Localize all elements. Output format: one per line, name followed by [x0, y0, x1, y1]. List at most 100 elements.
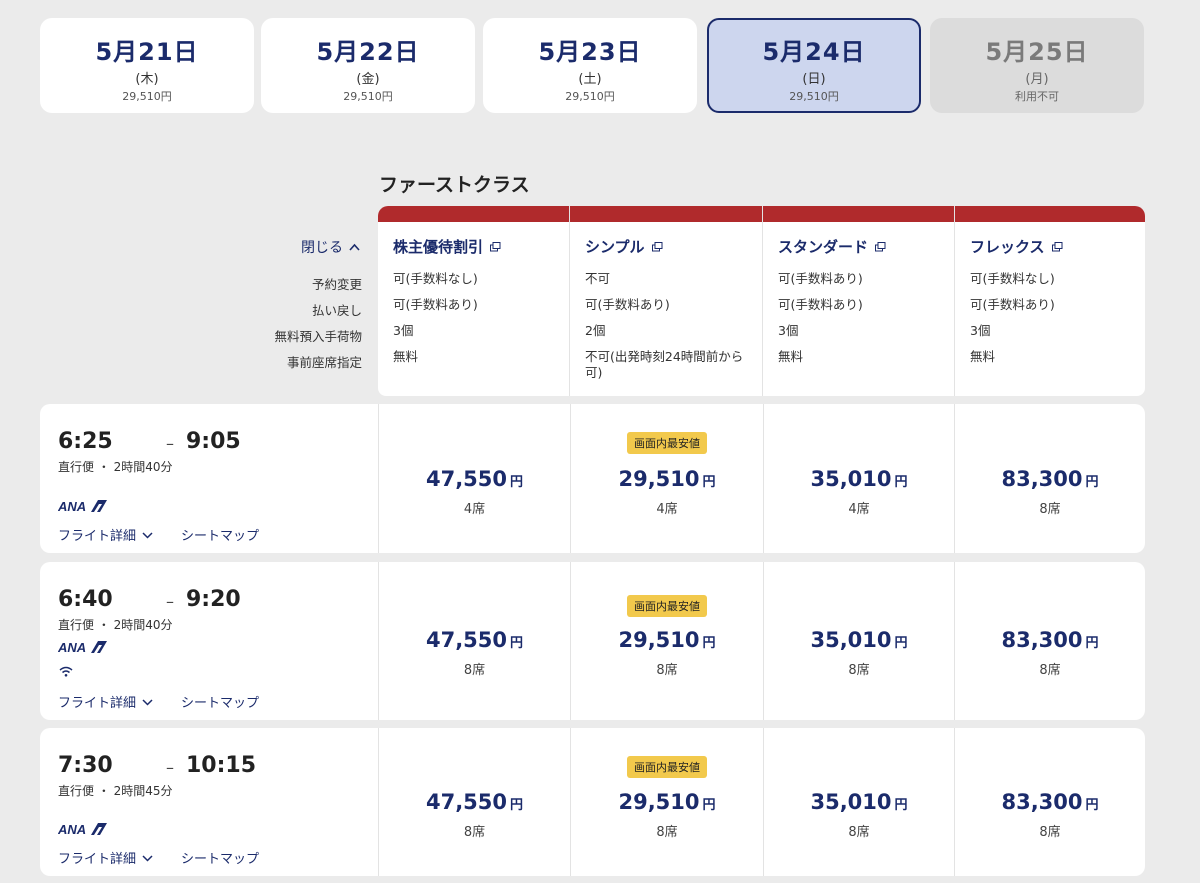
seat-map-link[interactable]: シートマップ [181, 848, 259, 867]
fare-column-flex: フレックス 可(手数料なし) 可(手数料あり) 3個 無料 [955, 206, 1145, 396]
fare-price: 35,010 円 [764, 467, 954, 491]
fare-price-cell[interactable]: 35,010 円 8席 [763, 562, 954, 720]
fare-column-shareholder: 株主優待割引 可(手数料なし) 可(手数料あり) 3個 無料 [378, 206, 569, 396]
flight-info: 6:40 – 9:20 直行便 ・ 2時間40分 ANA フライト詳細 シートマ… [40, 562, 378, 720]
yen-unit: 円 [1085, 636, 1099, 651]
flight-duration: 直行便 ・ 2時間40分 [58, 460, 173, 474]
ana-logo: ANA [58, 499, 107, 513]
fare-price-cell[interactable]: 83,300 円 8席 [954, 404, 1145, 553]
cabin-class-title: ファーストクラス [379, 174, 530, 196]
external-window-icon [1051, 241, 1063, 251]
weekday-label: (月) [1025, 72, 1049, 87]
fare-price-cell[interactable]: 35,010 円 8席 [763, 728, 954, 876]
date-label: 5月22日 [316, 38, 420, 66]
ana-logo: ANA [58, 822, 107, 836]
seat-map-link[interactable]: シートマップ [181, 692, 259, 711]
seat-map-link[interactable]: シートマップ [181, 525, 259, 544]
lowest-price-badge: 画面内最安値 [627, 432, 707, 454]
label-refund: 払い戻し [311, 303, 362, 318]
weekday-label: (土) [578, 72, 602, 87]
date-price: 29,510円 [565, 90, 615, 103]
price-amount: 35,010 [810, 467, 892, 491]
flight-info: 7:30 – 10:15 直行便 ・ 2時間45分 ANA フライト詳細 シート… [40, 728, 378, 876]
arrival-time: 9:20 [186, 587, 241, 612]
fare-name-standard[interactable]: スタンダード [778, 236, 954, 257]
fare-name-label: フレックス [970, 238, 1045, 256]
condition-change: 可(手数料なし) [970, 271, 1055, 286]
date-price: 29,510円 [122, 90, 172, 103]
date-tab-0524-selected[interactable]: 5月24日 (日) 29,510円 [707, 18, 921, 113]
fare-price-cell[interactable]: 画面内最安値 29,510 円 4席 [570, 404, 763, 553]
arrival-time: 10:15 [186, 753, 257, 778]
condition-change: 不可 [585, 271, 611, 286]
price-amount: 47,550 [425, 467, 508, 491]
flight-row: 6:40 – 9:20 直行便 ・ 2時間40分 ANA フライト詳細 シートマ… [40, 562, 1145, 720]
price-amount: 83,300 [1001, 790, 1083, 814]
airline-name: ANA [58, 640, 86, 654]
fare-price-cell[interactable]: 47,550 円 8席 [378, 728, 570, 876]
date-label: 5月25日 [985, 38, 1089, 66]
yen-unit: 円 [702, 798, 716, 813]
fare-price: 35,010 円 [764, 628, 954, 652]
price-amount: 83,300 [1001, 467, 1083, 491]
fare-price-cell[interactable]: 画面内最安値 29,510 円 8席 [570, 728, 763, 876]
fare-name-shareholder[interactable]: 株主優待割引 [393, 236, 569, 257]
fare-price-cell[interactable]: 83,300 円 8席 [954, 728, 1145, 876]
seats-remaining: 8席 [1039, 663, 1061, 678]
flight-row: 7:30 – 10:15 直行便 ・ 2時間45分 ANA フライト詳細 シート… [40, 728, 1145, 876]
date-tab-0523[interactable]: 5月23日 (土) 29,510円 [483, 18, 697, 113]
fare-price-cell[interactable]: 画面内最安値 29,510 円 8席 [570, 562, 763, 720]
condition-change: 可(手数料なし) [393, 271, 478, 286]
price-amount: 29,510 [618, 467, 700, 491]
yen-unit: 円 [894, 798, 908, 813]
price-amount: 35,010 [810, 628, 892, 652]
condition-baggage: 2個 [585, 323, 606, 338]
flight-row: 6:25 – 9:05 直行便 ・ 2時間40分 ANA フライト詳細 シートマ… [40, 404, 1145, 553]
flight-detail-link[interactable]: フライト詳細 [58, 692, 153, 711]
fare-price-cell[interactable]: 47,550 円 4席 [378, 404, 570, 553]
fare-types-header: 株主優待割引 可(手数料なし) 可(手数料あり) 3個 無料 シンプル 不可 可… [378, 206, 1145, 396]
yen-unit: 円 [702, 475, 716, 490]
fare-color-bar [570, 206, 762, 222]
price-amount: 47,550 [425, 628, 508, 652]
weekday-label: (金) [356, 72, 380, 87]
yen-unit: 円 [894, 475, 908, 490]
price-amount: 35,010 [810, 790, 892, 814]
fare-color-bar [955, 206, 1145, 222]
condition-refund: 可(手数料あり) [393, 297, 478, 312]
date-label: 5月23日 [538, 38, 642, 66]
arrival-time: 9:05 [186, 429, 241, 454]
date-price: 29,510円 [343, 90, 393, 103]
date-price: 29,510円 [789, 90, 839, 103]
airline-name: ANA [58, 822, 86, 836]
condition-refund: 可(手数料あり) [778, 297, 863, 312]
price-amount: 47,550 [425, 790, 508, 814]
fare-price-cell[interactable]: 35,010 円 4席 [763, 404, 954, 553]
date-tab-0521[interactable]: 5月21日 (木) 29,510円 [40, 18, 254, 113]
weekday-label: (木) [135, 72, 159, 87]
fare-price: 83,300 円 [955, 790, 1145, 814]
chevron-down-icon [142, 531, 153, 539]
condition-seat: 無料 [778, 349, 804, 364]
collapse-conditions-button[interactable]: 閉じる [301, 237, 360, 257]
condition-seat: 無料 [393, 349, 419, 364]
time-separator: – [166, 758, 174, 777]
price-amount: 29,510 [618, 790, 700, 814]
flight-detail-link[interactable]: フライト詳細 [58, 848, 153, 867]
date-tab-0522[interactable]: 5月22日 (金) 29,510円 [261, 18, 475, 113]
flight-detail-link[interactable]: フライト詳細 [58, 525, 153, 544]
condition-baggage: 3個 [970, 323, 991, 338]
condition-change: 可(手数料あり) [778, 271, 863, 286]
fare-name-flex[interactable]: フレックス [970, 236, 1145, 257]
departure-time: 6:40 [58, 587, 113, 612]
seats-remaining: 8席 [656, 663, 678, 678]
yen-unit: 円 [1085, 475, 1099, 490]
fare-name-simple[interactable]: シンプル [585, 236, 762, 257]
seats-remaining: 8席 [463, 663, 486, 678]
fare-price: 83,300 円 [955, 467, 1145, 491]
flight-detail-label: フライト詳細 [58, 852, 137, 867]
fare-price: 47,550 円 [379, 790, 570, 814]
external-window-icon [651, 241, 663, 251]
fare-price-cell[interactable]: 47,550 円 8席 [378, 562, 570, 720]
fare-price-cell[interactable]: 83,300 円 8席 [954, 562, 1145, 720]
